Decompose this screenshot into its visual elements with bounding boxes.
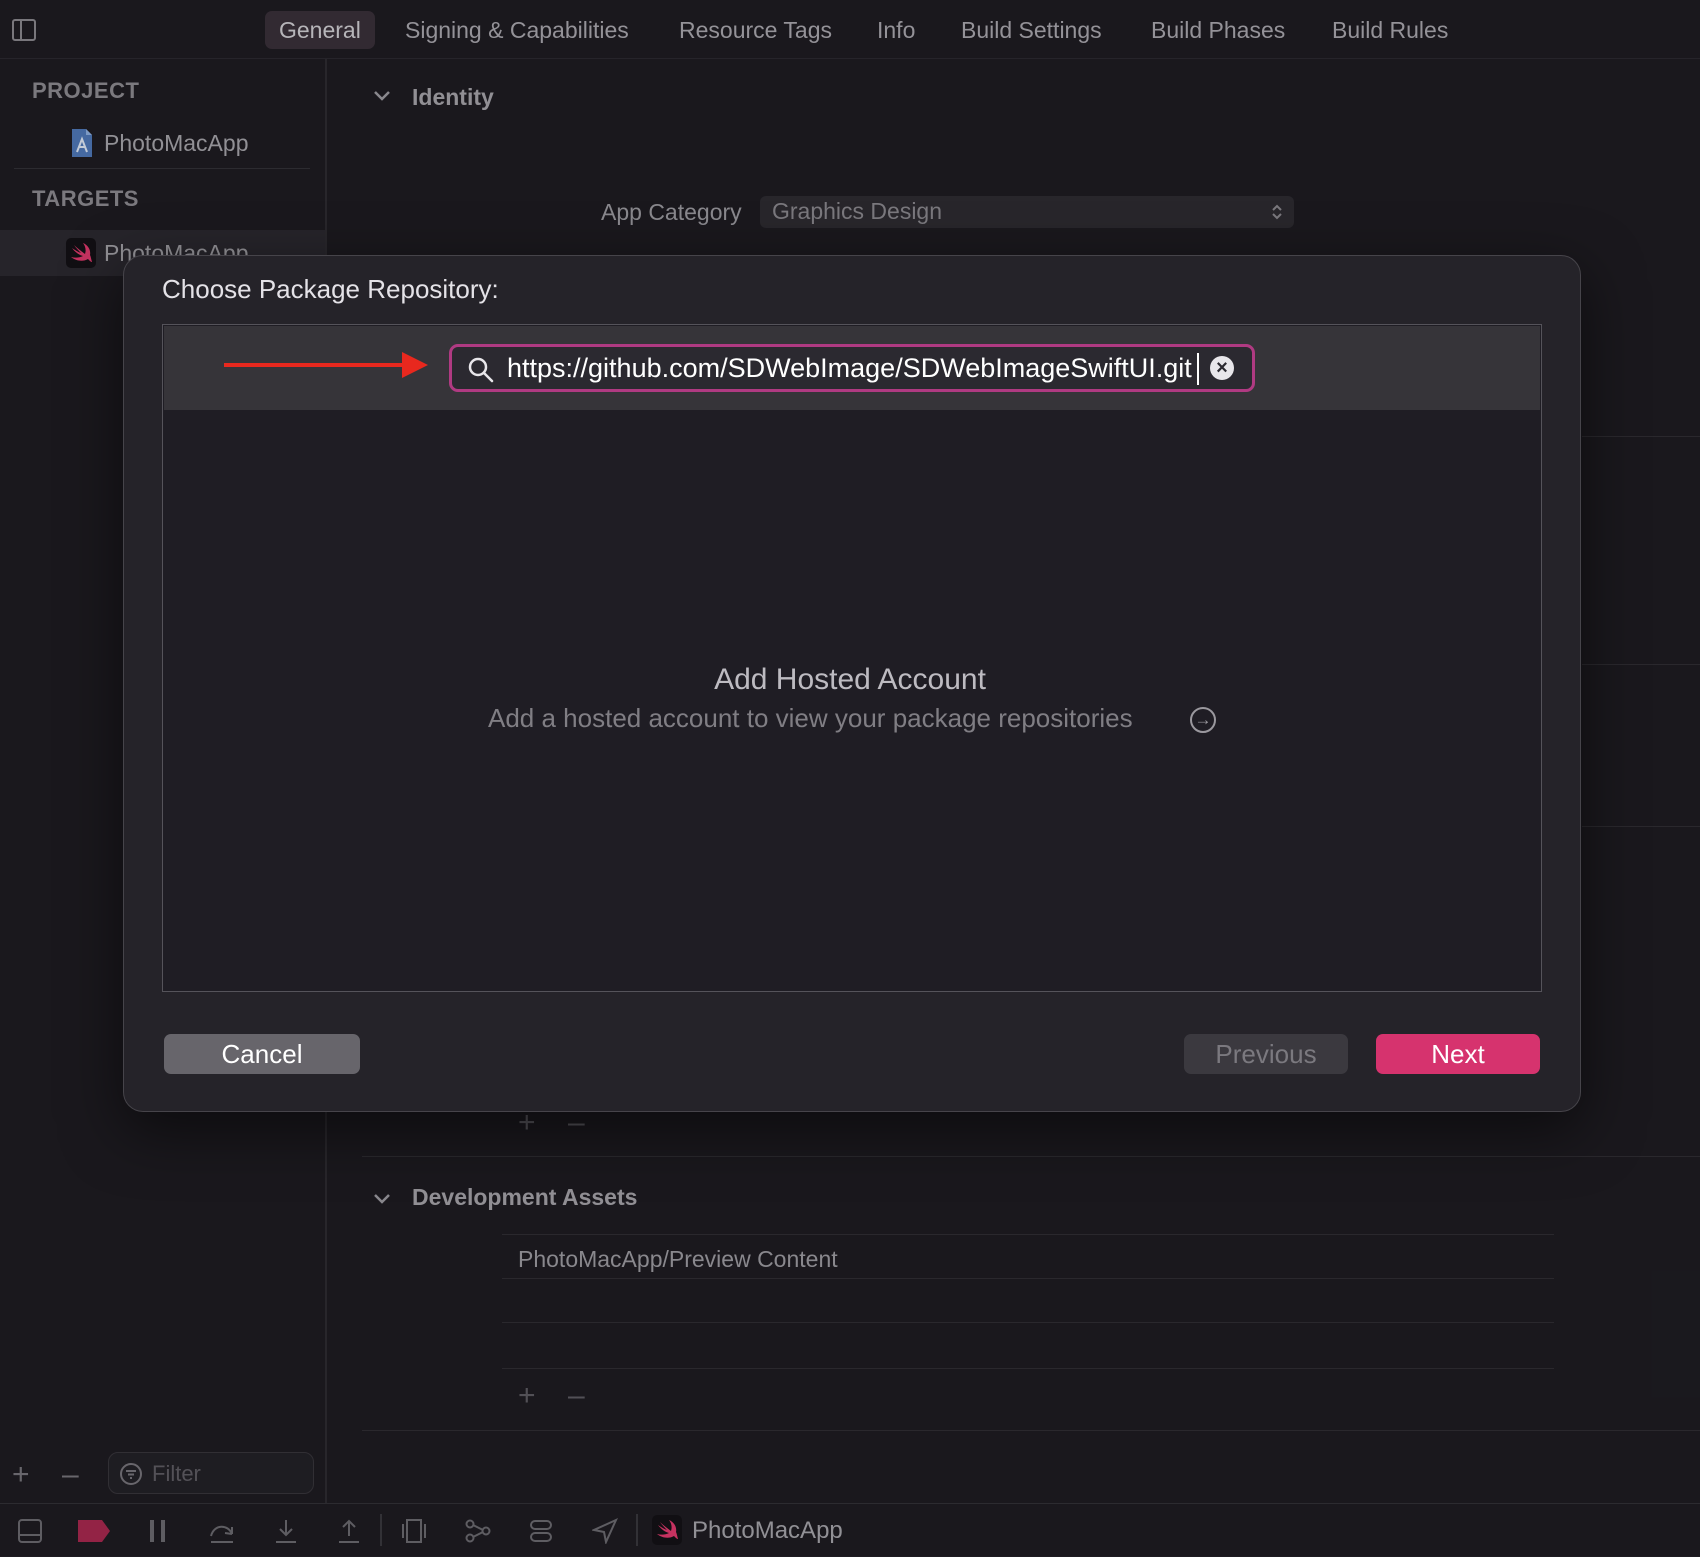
repository-search-value: https://github.com/SDWebImage/SDWebImage… bbox=[507, 353, 1192, 383]
cancel-button[interactable]: Cancel bbox=[164, 1034, 360, 1074]
previous-button[interactable]: Previous bbox=[1184, 1034, 1348, 1074]
add-hosted-account-description: Add a hosted account to view your packag… bbox=[488, 703, 1133, 733]
dialog-title: Choose Package Repository: bbox=[162, 274, 499, 304]
text-caret bbox=[1197, 353, 1199, 385]
arrow-right-circle-icon[interactable]: → bbox=[1190, 707, 1216, 733]
add-hosted-account-title: Add Hosted Account bbox=[714, 663, 986, 696]
search-icon bbox=[468, 357, 494, 383]
next-button[interactable]: Next bbox=[1376, 1034, 1540, 1074]
annotation-arrow-icon bbox=[224, 352, 428, 378]
clear-search-icon[interactable]: × bbox=[1210, 356, 1234, 380]
repository-list-panel bbox=[162, 324, 1542, 992]
